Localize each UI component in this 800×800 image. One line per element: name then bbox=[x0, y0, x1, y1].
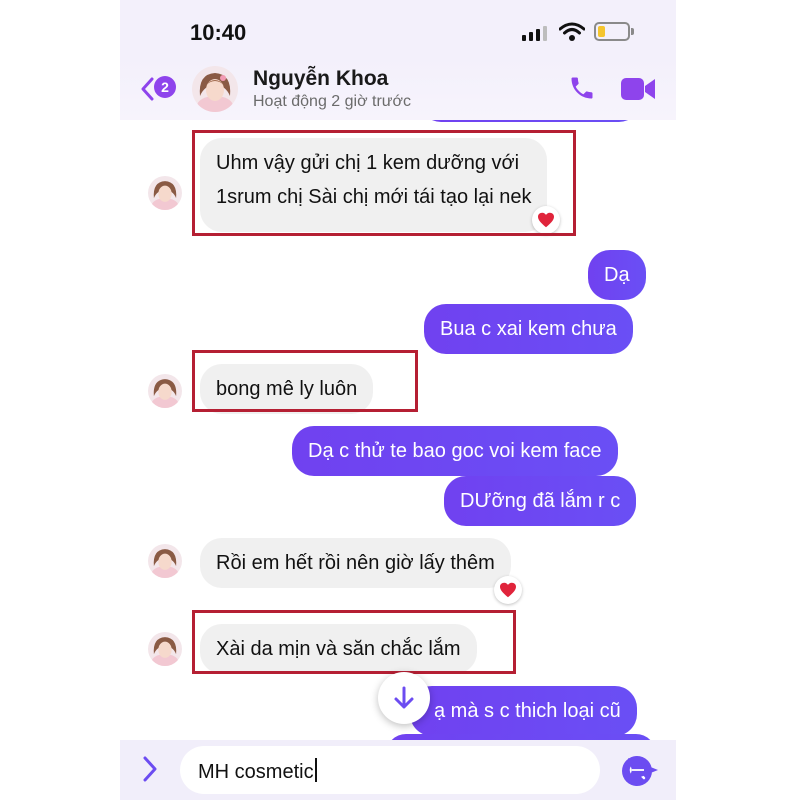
sender-avatar bbox=[148, 176, 182, 210]
message-composer: MH cosmetic bbox=[120, 740, 676, 800]
chevron-right-icon[interactable] bbox=[142, 756, 158, 782]
contact-avatar[interactable] bbox=[192, 66, 238, 112]
highlight-box bbox=[192, 130, 576, 236]
scroll-to-bottom-button[interactable] bbox=[378, 672, 430, 724]
previous-message-bubble bbox=[420, 120, 640, 122]
message-bubble-outgoing[interactable]: ạ mà s c thich loại cũ bbox=[410, 686, 637, 736]
messenger-chat-screen: 10:40 2 Nguyễn Khoa Hoạt động 2 giờ trướ… bbox=[120, 0, 676, 800]
unread-badge: 2 bbox=[154, 76, 176, 98]
message-bubble-outgoing[interactable]: Bua c xai kem chưa bbox=[424, 304, 633, 354]
avatar-image bbox=[192, 66, 238, 112]
message-bubble-incoming[interactable]: Rồi em hết rồi nên giờ lấy thêm bbox=[200, 538, 511, 588]
highlight-box bbox=[192, 610, 516, 674]
send-icon[interactable] bbox=[626, 756, 660, 784]
message-text: DƯỡng đã lắm r c bbox=[460, 490, 621, 512]
message-list[interactable]: Uhm vậy gửi chị 1 kem dưỡng với 1srum ch… bbox=[120, 120, 676, 740]
arrow-down-icon bbox=[394, 686, 414, 709]
status-bar: 10:40 bbox=[120, 0, 676, 58]
highlight-box bbox=[192, 350, 418, 412]
heart-icon[interactable] bbox=[494, 576, 522, 604]
message-input-text: MH cosmetic bbox=[198, 758, 317, 784]
message-text: Dạ bbox=[604, 264, 630, 286]
message-input[interactable]: MH cosmetic bbox=[180, 746, 652, 794]
sender-avatar bbox=[148, 544, 182, 578]
message-text: Rồi em hết rồi nên giờ lấy thêm bbox=[216, 552, 495, 574]
message-bubble-outgoing[interactable]: Dạ c thử te bao goc voi kem face bbox=[292, 426, 618, 476]
chat-header: 2 Nguyễn Khoa Hoạt động 2 giờ trước bbox=[120, 58, 676, 120]
chevron-left-icon bbox=[141, 77, 154, 101]
message-bubble-outgoing[interactable]: DƯỡng đã lắm r c bbox=[444, 476, 637, 526]
message-text: Dạ c thử te bao goc voi kem face bbox=[308, 440, 602, 462]
phone-icon[interactable] bbox=[568, 74, 596, 102]
video-camera-icon[interactable] bbox=[620, 76, 656, 102]
status-time: 10:40 bbox=[190, 20, 247, 45]
message-bubble-outgoing[interactable]: Dạ bbox=[588, 250, 646, 300]
message-text: ạ mà s c thich loại cũ bbox=[434, 700, 621, 722]
sender-avatar bbox=[148, 632, 182, 666]
contact-activity-status: Hoạt động 2 giờ trước bbox=[253, 93, 411, 110]
wifi-icon bbox=[559, 22, 585, 41]
battery-icon bbox=[594, 22, 634, 41]
contact-name[interactable]: Nguyễn Khoa bbox=[253, 67, 388, 91]
sender-avatar bbox=[148, 374, 182, 408]
cellular-signal-icon bbox=[522, 25, 548, 41]
back-button[interactable]: 2 bbox=[140, 74, 180, 104]
message-text: Bua c xai kem chưa bbox=[440, 318, 617, 340]
